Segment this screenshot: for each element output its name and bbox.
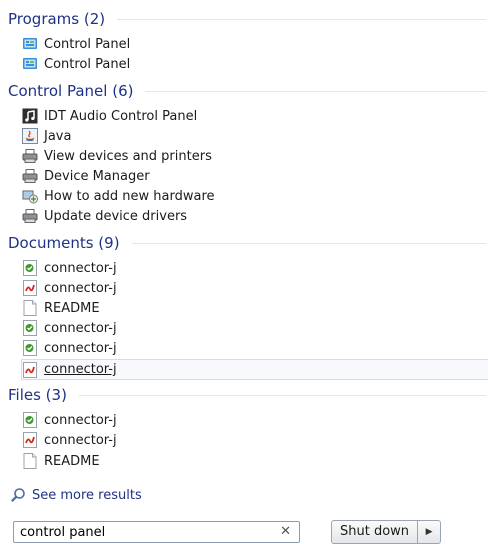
- search-input[interactable]: [20, 523, 270, 541]
- shutdown-options-button[interactable]: ▶: [417, 520, 442, 544]
- group-title[interactable]: Files (3): [8, 386, 67, 404]
- divider: [145, 90, 486, 92]
- item-label: connector-j: [44, 432, 117, 448]
- item-label: connector-j: [44, 340, 117, 356]
- item-label: Control Panel: [44, 36, 131, 52]
- red-doc-icon: [22, 280, 38, 296]
- close-icon[interactable]: ✕: [280, 524, 291, 539]
- group-header-files[interactable]: Files (3): [8, 384, 488, 406]
- printer-icon: [22, 168, 38, 184]
- item-label: Java: [44, 128, 72, 144]
- result-item[interactable]: connector-j: [22, 278, 488, 298]
- magnifier-icon: [10, 487, 26, 503]
- control-panel-icon: [22, 56, 38, 72]
- text-file-icon: [22, 453, 38, 469]
- result-item[interactable]: IDT Audio Control Panel: [22, 106, 488, 126]
- green-doc-icon: [22, 412, 38, 428]
- group-title[interactable]: Programs (2): [8, 10, 105, 28]
- item-label: connector-j: [44, 412, 117, 428]
- result-item[interactable]: How to add new hardware: [22, 186, 488, 206]
- item-label: README: [44, 300, 100, 316]
- shutdown-group: Shut down ▶: [331, 520, 442, 544]
- result-item[interactable]: Control Panel: [22, 34, 488, 54]
- item-label: Control Panel: [44, 56, 131, 72]
- result-item[interactable]: Device Manager: [22, 166, 488, 186]
- result-item[interactable]: Control Panel: [22, 54, 488, 74]
- divider: [117, 18, 486, 20]
- result-item[interactable]: Java: [22, 126, 488, 146]
- item-label: Update device drivers: [44, 208, 188, 224]
- result-item[interactable]: README: [22, 451, 488, 471]
- item-label: View devices and printers: [44, 148, 212, 164]
- result-item[interactable]: View devices and printers: [22, 146, 488, 166]
- divider: [131, 242, 486, 244]
- item-label: connector-j: [44, 260, 117, 276]
- group-title[interactable]: Control Panel (6): [8, 82, 133, 100]
- green-doc-icon: [22, 260, 38, 276]
- item-label: IDT Audio Control Panel: [44, 108, 198, 124]
- item-label: connector-j: [44, 280, 117, 296]
- control-panel-icon: [22, 36, 38, 52]
- item-label: README: [44, 453, 100, 469]
- group-header-programs[interactable]: Programs (2): [8, 8, 488, 30]
- shutdown-button[interactable]: Shut down: [331, 520, 418, 544]
- see-more-results-link[interactable]: See more results: [10, 486, 142, 504]
- group-header-documents[interactable]: Documents (9): [8, 232, 488, 254]
- java-icon: [22, 128, 38, 144]
- hardware-icon: [22, 188, 38, 204]
- result-item[interactable]: connector-j: [22, 430, 488, 450]
- see-more-label: See more results: [32, 487, 142, 503]
- item-label: How to add new hardware: [44, 188, 215, 204]
- result-item[interactable]: connector-j: [22, 410, 488, 430]
- result-item[interactable]: connector-j: [22, 258, 488, 278]
- red-doc-icon: [22, 361, 38, 378]
- green-doc-icon: [22, 340, 38, 356]
- result-item[interactable]: Update device drivers: [22, 206, 488, 226]
- result-item-selected[interactable]: connector-j: [21, 359, 488, 380]
- result-item[interactable]: README: [22, 298, 488, 318]
- green-doc-icon: [22, 320, 38, 336]
- audio-note-icon: [22, 108, 38, 124]
- printer-icon: [22, 148, 38, 164]
- red-doc-icon: [22, 432, 38, 448]
- printer-icon: [22, 208, 38, 224]
- result-item[interactable]: connector-j: [22, 318, 488, 338]
- result-item[interactable]: connector-j: [22, 338, 488, 358]
- item-label: Device Manager: [44, 168, 150, 184]
- divider: [78, 394, 486, 396]
- item-label: connector-j: [44, 320, 117, 336]
- group-header-control-panel[interactable]: Control Panel (6): [8, 80, 488, 102]
- triangle-right-icon: ▶: [425, 527, 433, 537]
- group-title[interactable]: Documents (9): [8, 234, 120, 252]
- item-label: connector-j: [44, 362, 117, 377]
- text-file-icon: [22, 300, 38, 316]
- search-box[interactable]: ✕: [13, 521, 300, 543]
